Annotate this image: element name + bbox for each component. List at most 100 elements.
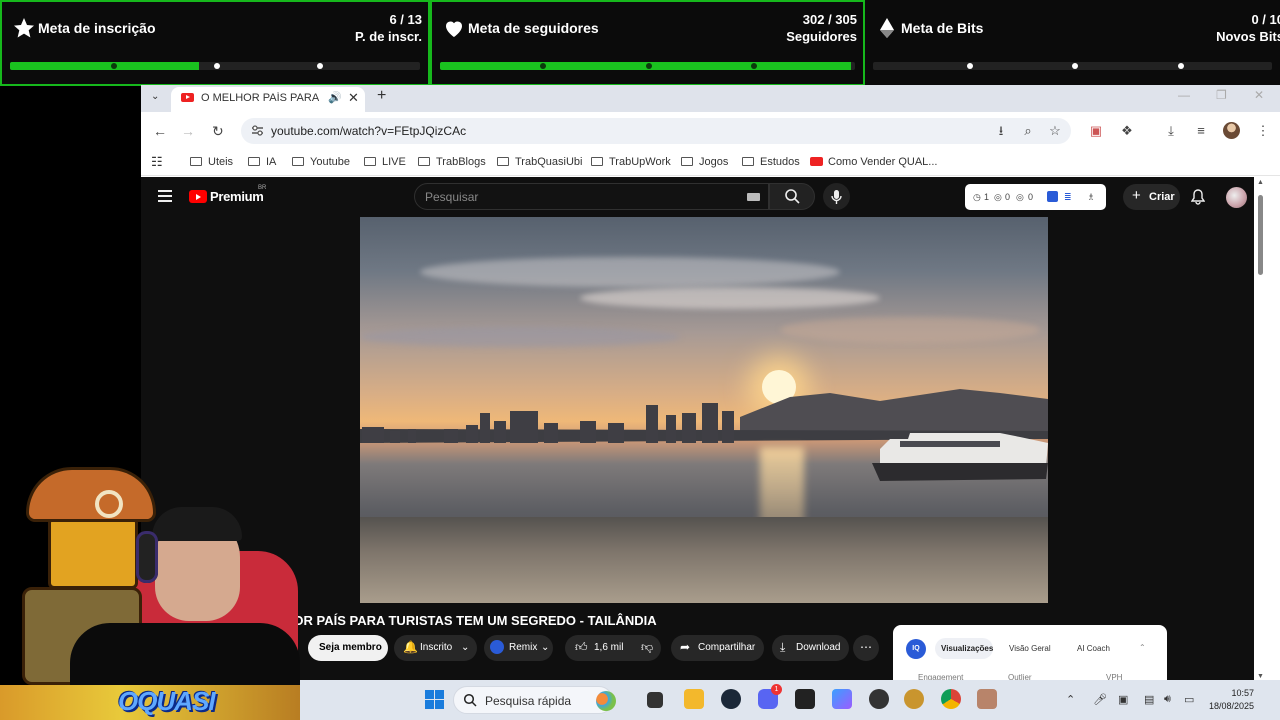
search-button[interactable]	[769, 183, 815, 210]
tray-chevron-icon[interactable]: ⌃	[1066, 693, 1075, 706]
youtube-brand[interactable]: Premium	[210, 189, 264, 204]
vidiq-badge-icon	[490, 640, 504, 654]
tab-ai-coach[interactable]: AI Coach	[1069, 638, 1119, 659]
address-bar[interactable]: youtube.com/watch?v=FEtpJQizCAc	[241, 118, 1071, 144]
new-tab-plus-icon[interactable]: +	[377, 87, 386, 105]
chrome-icon[interactable]	[941, 689, 961, 709]
bookmark-folder[interactable]: TrabBlogs	[418, 156, 486, 168]
bookmark-star-icon[interactable]: ☆	[1048, 124, 1062, 138]
task-view-icon[interactable]	[647, 692, 663, 708]
app-avatar-icon[interactable]	[977, 689, 997, 709]
battery-icon[interactable]: ▭	[1184, 693, 1194, 706]
extension-cast-icon[interactable]: ▣	[1089, 124, 1103, 138]
steam-icon[interactable]	[721, 689, 741, 709]
windows-taskbar: Pesquisa rápida 1 ⌃ 🎤︎ ▣ ▤ 🔊︎ ▭ 10:57 18…	[300, 680, 1280, 720]
speaker-icon[interactable]: 🔊	[328, 91, 342, 104]
browser-tab-active[interactable]: O MELHOR PAÍS PARA TURISTAS TEM UM SEGRE…	[171, 87, 365, 112]
create-button[interactable]: + Criar	[1123, 184, 1180, 210]
close-window-icon[interactable]: ✕	[1254, 88, 1264, 102]
subscription-goal-widget: Meta de inscrição 6 / 13 P. de inscr.	[0, 0, 430, 86]
system-clock[interactable]: 10:57 18/08/2025	[1209, 687, 1254, 713]
install-app-icon[interactable]: ⭳	[994, 124, 1008, 138]
search-placeholder: Pesquisar	[425, 190, 479, 204]
tab-views[interactable]: Visualizações	[935, 638, 993, 659]
reload-icon[interactable]: ↻	[212, 123, 224, 140]
forward-arrow-icon[interactable]: →	[181, 123, 195, 139]
remix-button[interactable]: Remix ⌄	[484, 635, 553, 661]
collapse-chevron-icon[interactable]: ⌃	[1139, 643, 1146, 652]
file-explorer-icon[interactable]	[684, 689, 704, 709]
stat-count: 1	[984, 192, 990, 202]
goal-title: Meta de inscrição	[38, 20, 156, 36]
goal-milestone-dot	[646, 63, 652, 69]
tab-overview[interactable]: Visão Geral	[1001, 638, 1059, 659]
scroll-down-icon[interactable]: ▼	[1257, 673, 1264, 680]
voice-search-button[interactable]	[823, 183, 850, 210]
tab-search-chevron-icon[interactable]: ⌄	[151, 91, 165, 105]
guide-menu-icon[interactable]	[158, 190, 172, 202]
page-scrollbar[interactable]: ▲ ▼	[1254, 177, 1267, 685]
display-icon[interactable]: ▣	[1118, 693, 1128, 706]
youtube-favicon-icon	[810, 157, 823, 166]
close-tab-icon[interactable]: ✕	[348, 90, 359, 106]
obs-icon[interactable]	[869, 689, 889, 709]
keyboard-icon[interactable]	[747, 193, 760, 201]
download-icon[interactable]: ⤓	[1164, 124, 1178, 138]
share-arrow-icon: ➦	[680, 640, 691, 654]
chevron-down-icon: ⌄	[541, 642, 550, 653]
discord-icon[interactable]: 1	[758, 684, 782, 709]
join-membership-button[interactable]: Seja membro	[308, 635, 388, 661]
browser-menu-icon[interactable]: ⋮	[1256, 124, 1270, 138]
goal-count: 6 / 13	[389, 12, 422, 27]
app-coin-icon[interactable]	[904, 689, 924, 709]
like-dislike-button[interactable]: 👍︎ 1,6 mil 👎︎	[565, 635, 661, 661]
search-highlight-icon	[596, 691, 616, 711]
account-avatar[interactable]	[1226, 187, 1247, 208]
download-button[interactable]: ⤓ Download	[772, 635, 849, 661]
scroll-up-icon[interactable]: ▲	[1257, 179, 1264, 186]
bookmark-folder[interactable]: IA	[248, 156, 276, 168]
back-arrow-icon[interactable]: ←	[153, 123, 167, 139]
bookmark-youtube-link[interactable]: Como Vender QUAL...	[810, 156, 937, 168]
media-queue-icon[interactable]: ≡	[1194, 124, 1208, 138]
search-input[interactable]: Pesquisar	[414, 183, 769, 210]
browser-window: ⌄ O MELHOR PAÍS PARA TURISTAS TEM UM SEG…	[141, 85, 1280, 685]
folder-icon	[292, 157, 304, 166]
restore-icon[interactable]: ❐	[1216, 88, 1227, 102]
capcut-icon[interactable]	[795, 689, 815, 709]
bookmark-folder[interactable]: TrabQuasiUbi	[497, 156, 582, 168]
apps-grid-icon[interactable]: ☷	[151, 154, 163, 170]
site-settings-icon[interactable]	[251, 124, 264, 137]
bookmark-folder[interactable]: Uteis	[190, 156, 233, 168]
minimize-icon[interactable]: —	[1178, 88, 1190, 102]
scrollbar-thumb[interactable]	[1258, 195, 1263, 275]
profile-avatar[interactable]	[1223, 122, 1240, 139]
windows-start-icon[interactable]	[425, 690, 444, 709]
channel-logo: OQUASI	[118, 686, 216, 716]
more-actions-button[interactable]: ⋯	[853, 635, 879, 661]
chevron-down-icon: ⌄	[461, 642, 470, 653]
volume-icon[interactable]: 🔊︎	[1164, 693, 1171, 706]
goal-title: Meta de seguidores	[468, 20, 599, 36]
bookmark-folder[interactable]: Estudos	[742, 156, 800, 168]
subscribed-button[interactable]: 🔔 Inscrito ⌄	[394, 635, 477, 661]
notifications-bell-icon[interactable]	[1191, 189, 1205, 205]
bookmark-folder[interactable]: TrabUpWork	[591, 156, 671, 168]
bookmark-folder[interactable]: Jogos	[681, 156, 728, 168]
app-layers-icon[interactable]	[832, 689, 852, 709]
extensions-puzzle-icon[interactable]: ❖	[1120, 124, 1134, 138]
share-button[interactable]: ➦ Compartilhar	[671, 635, 764, 661]
bookmark-folder[interactable]: LIVE	[364, 156, 406, 168]
folder-icon	[591, 157, 603, 166]
network-icon[interactable]: ▤	[1144, 693, 1154, 706]
folder-icon	[248, 157, 260, 166]
goal-milestone-dot	[317, 63, 323, 69]
goal-milestone-dot	[111, 63, 117, 69]
extension-stats-pill[interactable]: ◷ 1 ◎ 0 ◎ 0 ≣ ♗	[965, 184, 1106, 210]
bookmark-folder[interactable]: Youtube	[292, 156, 350, 168]
microphone-icon[interactable]: 🎤︎	[1093, 693, 1107, 706]
youtube-logo-icon[interactable]	[189, 190, 207, 203]
video-player[interactable]	[360, 217, 1048, 603]
zoom-icon[interactable]: ⌕	[1021, 124, 1035, 138]
taskbar-search[interactable]: Pesquisa rápida	[453, 686, 616, 714]
